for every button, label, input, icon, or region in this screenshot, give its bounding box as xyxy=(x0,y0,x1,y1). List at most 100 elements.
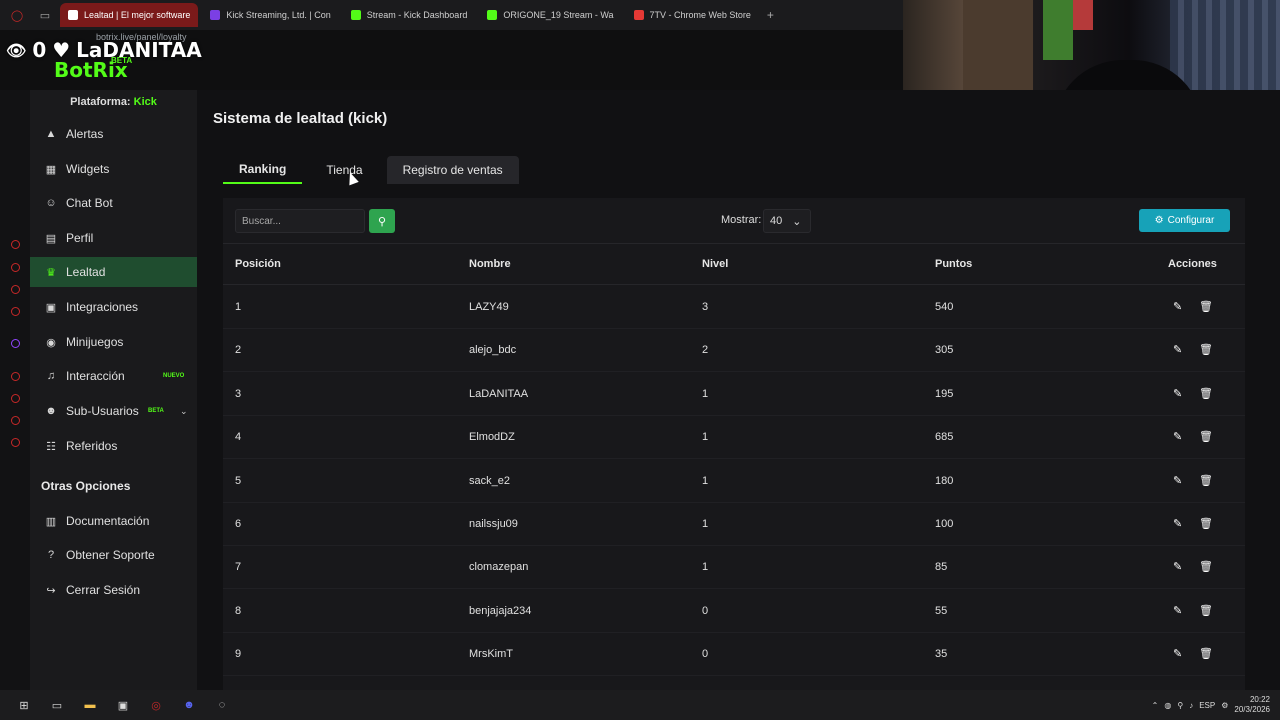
side-panel-icon[interactable] xyxy=(11,263,20,272)
store-icon[interactable]: ▣ xyxy=(114,696,132,714)
edit-icon[interactable]: ✎ xyxy=(1173,517,1182,530)
side-panel-icon[interactable] xyxy=(11,438,20,447)
sidebar-item-widgets[interactable]: ▦ Widgets xyxy=(30,154,197,184)
side-panel-icon[interactable] xyxy=(11,240,20,249)
twitch-icon[interactable] xyxy=(11,339,20,348)
page-title: Sistema de lealtad (kick) xyxy=(213,110,388,127)
edit-icon[interactable]: ✎ xyxy=(1173,343,1182,356)
ranking-panel: ⚲ Mostrar: 40 ⌄ ⚙ Configurar Posición No… xyxy=(223,198,1245,698)
network-icon[interactable]: ◍ xyxy=(1164,701,1171,710)
sidebar-item-interaccion[interactable]: ♫ Interacción NUEVO xyxy=(30,361,197,391)
configure-button[interactable]: ⚙ Configurar xyxy=(1139,209,1230,232)
delete-icon[interactable]: 🗑 xyxy=(1199,474,1213,487)
edit-icon[interactable]: ✎ xyxy=(1173,300,1182,313)
side-panel-icon[interactable] xyxy=(11,394,20,403)
points-cell: 35 xyxy=(935,648,948,661)
sidebar-item-alertas[interactable]: ▲ Alertas xyxy=(30,119,197,149)
folder-icon[interactable]: ▬ xyxy=(81,696,99,714)
browser-tab[interactable]: Lealtad | El mejor software xyxy=(60,3,199,27)
side-panel-icon[interactable] xyxy=(11,416,20,425)
sidebar-item-documentacion[interactable]: ▥ Documentación xyxy=(30,506,197,536)
chevron-up-icon[interactable]: ⌃ xyxy=(1152,701,1159,710)
edit-icon[interactable]: ✎ xyxy=(1173,387,1182,400)
language-indicator[interactable]: ESP xyxy=(1199,701,1215,710)
side-panel-icon[interactable] xyxy=(11,285,20,294)
tab-label: Kick Streaming, Ltd. | Con xyxy=(226,10,331,20)
name-cell: sack_e2 xyxy=(469,474,510,487)
level-cell: 1 xyxy=(702,431,709,444)
delete-icon[interactable]: 🗑 xyxy=(1199,387,1213,400)
browser-taskbar-icon[interactable]: ◎ xyxy=(147,696,165,714)
microphone-icon[interactable]: ⚲ xyxy=(1177,701,1183,710)
clock[interactable]: 20:22 20/3/2026 xyxy=(1234,695,1270,715)
show-count-select[interactable]: 40 ⌄ xyxy=(763,209,811,233)
column-header[interactable]: Nivel xyxy=(702,258,728,270)
name-cell: nailssju09 xyxy=(469,518,518,530)
side-panel-icon[interactable] xyxy=(11,307,20,316)
level-cell: 0 xyxy=(702,648,709,661)
referrals-icon: ☷ xyxy=(46,440,56,453)
discord-icon[interactable]: ☻ xyxy=(180,696,198,714)
browser-logo-icon[interactable]: ◯ xyxy=(6,4,28,26)
search-input[interactable] xyxy=(235,209,365,233)
points-cell: 195 xyxy=(935,387,954,400)
show-count-value: 40 xyxy=(770,215,783,227)
tab-registro-ventas[interactable]: Registro de ventas xyxy=(386,156,519,184)
volume-icon[interactable]: ♪ xyxy=(1189,701,1193,710)
browser-tab[interactable]: Kick Streaming, Ltd. | Con xyxy=(202,3,338,27)
delete-icon[interactable]: 🗑 xyxy=(1199,517,1213,530)
sidebar-item-referidos[interactable]: ☷ Referidos xyxy=(30,431,197,461)
show-label: Mostrar: xyxy=(721,214,762,226)
sidebar-item-obtener-soporte[interactable]: ? Obtener Soporte xyxy=(30,540,197,570)
chevron-down-icon[interactable]: ⌄ xyxy=(180,406,188,417)
position-cell: 5 xyxy=(235,474,242,487)
sidebar-item-label: Lealtad xyxy=(66,265,106,279)
task-view-icon[interactable]: ▭ xyxy=(48,696,66,714)
sidebar-item-chat-bot[interactable]: ☺ Chat Bot xyxy=(30,188,197,218)
sidebar-item-cerrar-sesion[interactable]: ↪ Cerrar Sesión xyxy=(30,575,197,605)
name-cell: LAZY49 xyxy=(469,301,509,313)
browser-tab[interactable]: ORIGONE_19 Stream - Wa xyxy=(479,3,621,27)
tray-settings-icon[interactable]: ⚙ xyxy=(1221,701,1228,710)
delete-icon[interactable]: 🗑 xyxy=(1199,300,1213,313)
table-row: 6 nailssju09 1 100 ✎ 🗑 xyxy=(223,503,1245,546)
delete-icon[interactable]: 🗑 xyxy=(1199,430,1213,443)
column-header[interactable]: Posición xyxy=(235,258,281,270)
sidebar-item-perfil[interactable]: ▤ Perfil xyxy=(30,223,197,253)
delete-icon[interactable]: 🗑 xyxy=(1199,343,1213,356)
sidebar-item-minijuegos[interactable]: ◉ Minijuegos xyxy=(30,327,197,357)
obs-icon[interactable]: ◌ xyxy=(213,696,231,714)
browser-tab[interactable]: 7TV - Chrome Web Store xyxy=(626,3,759,27)
tab-ranking[interactable]: Ranking xyxy=(223,156,303,184)
position-cell: 7 xyxy=(235,561,242,574)
docs-icon: ▥ xyxy=(45,515,57,528)
side-panel-icon[interactable] xyxy=(11,372,20,381)
tab-tienda[interactable]: Tienda xyxy=(310,156,378,184)
sidebar-item-integraciones[interactable]: ▣ Integraciones xyxy=(30,292,197,322)
windows-start-icon[interactable]: ⊞ xyxy=(15,696,33,714)
sidebar-item-label: Cerrar Sesión xyxy=(66,583,141,597)
trophy-icon: ♛ xyxy=(46,266,56,279)
search-button[interactable]: ⚲ xyxy=(369,209,395,233)
logout-icon: ↪ xyxy=(46,584,56,597)
delete-icon[interactable]: 🗑 xyxy=(1199,604,1213,617)
sidebar-item-label: Obtener Soporte xyxy=(66,548,155,562)
table-row: 7 clomazepan 1 85 ✎ 🗑 xyxy=(223,546,1245,590)
delete-icon[interactable]: 🗑 xyxy=(1199,560,1213,573)
sidebar-item-sub-usuarios[interactable]: ☻ Sub-Usuarios BETA ⌄ xyxy=(30,396,197,426)
column-header[interactable]: Puntos xyxy=(935,258,972,270)
sidebar-item-lealtad[interactable]: ♛ Lealtad xyxy=(30,257,197,287)
new-tab-button[interactable]: + xyxy=(767,8,774,22)
column-header[interactable]: Nombre xyxy=(469,258,511,270)
tab-search-icon[interactable]: ▭ xyxy=(34,4,56,26)
edit-icon[interactable]: ✎ xyxy=(1173,430,1182,443)
delete-icon[interactable]: 🗑 xyxy=(1199,647,1213,660)
edit-icon[interactable]: ✎ xyxy=(1173,474,1182,487)
column-header: Acciones xyxy=(1168,258,1217,270)
screen: ◯ ▭ Lealtad | El mejor software Kick Str… xyxy=(0,0,1280,720)
name-cell: benjajaja234 xyxy=(469,604,532,617)
edit-icon[interactable]: ✎ xyxy=(1173,560,1182,573)
browser-tab[interactable]: Stream - Kick Dashboard xyxy=(343,3,476,27)
edit-icon[interactable]: ✎ xyxy=(1173,604,1182,617)
edit-icon[interactable]: ✎ xyxy=(1173,647,1182,660)
